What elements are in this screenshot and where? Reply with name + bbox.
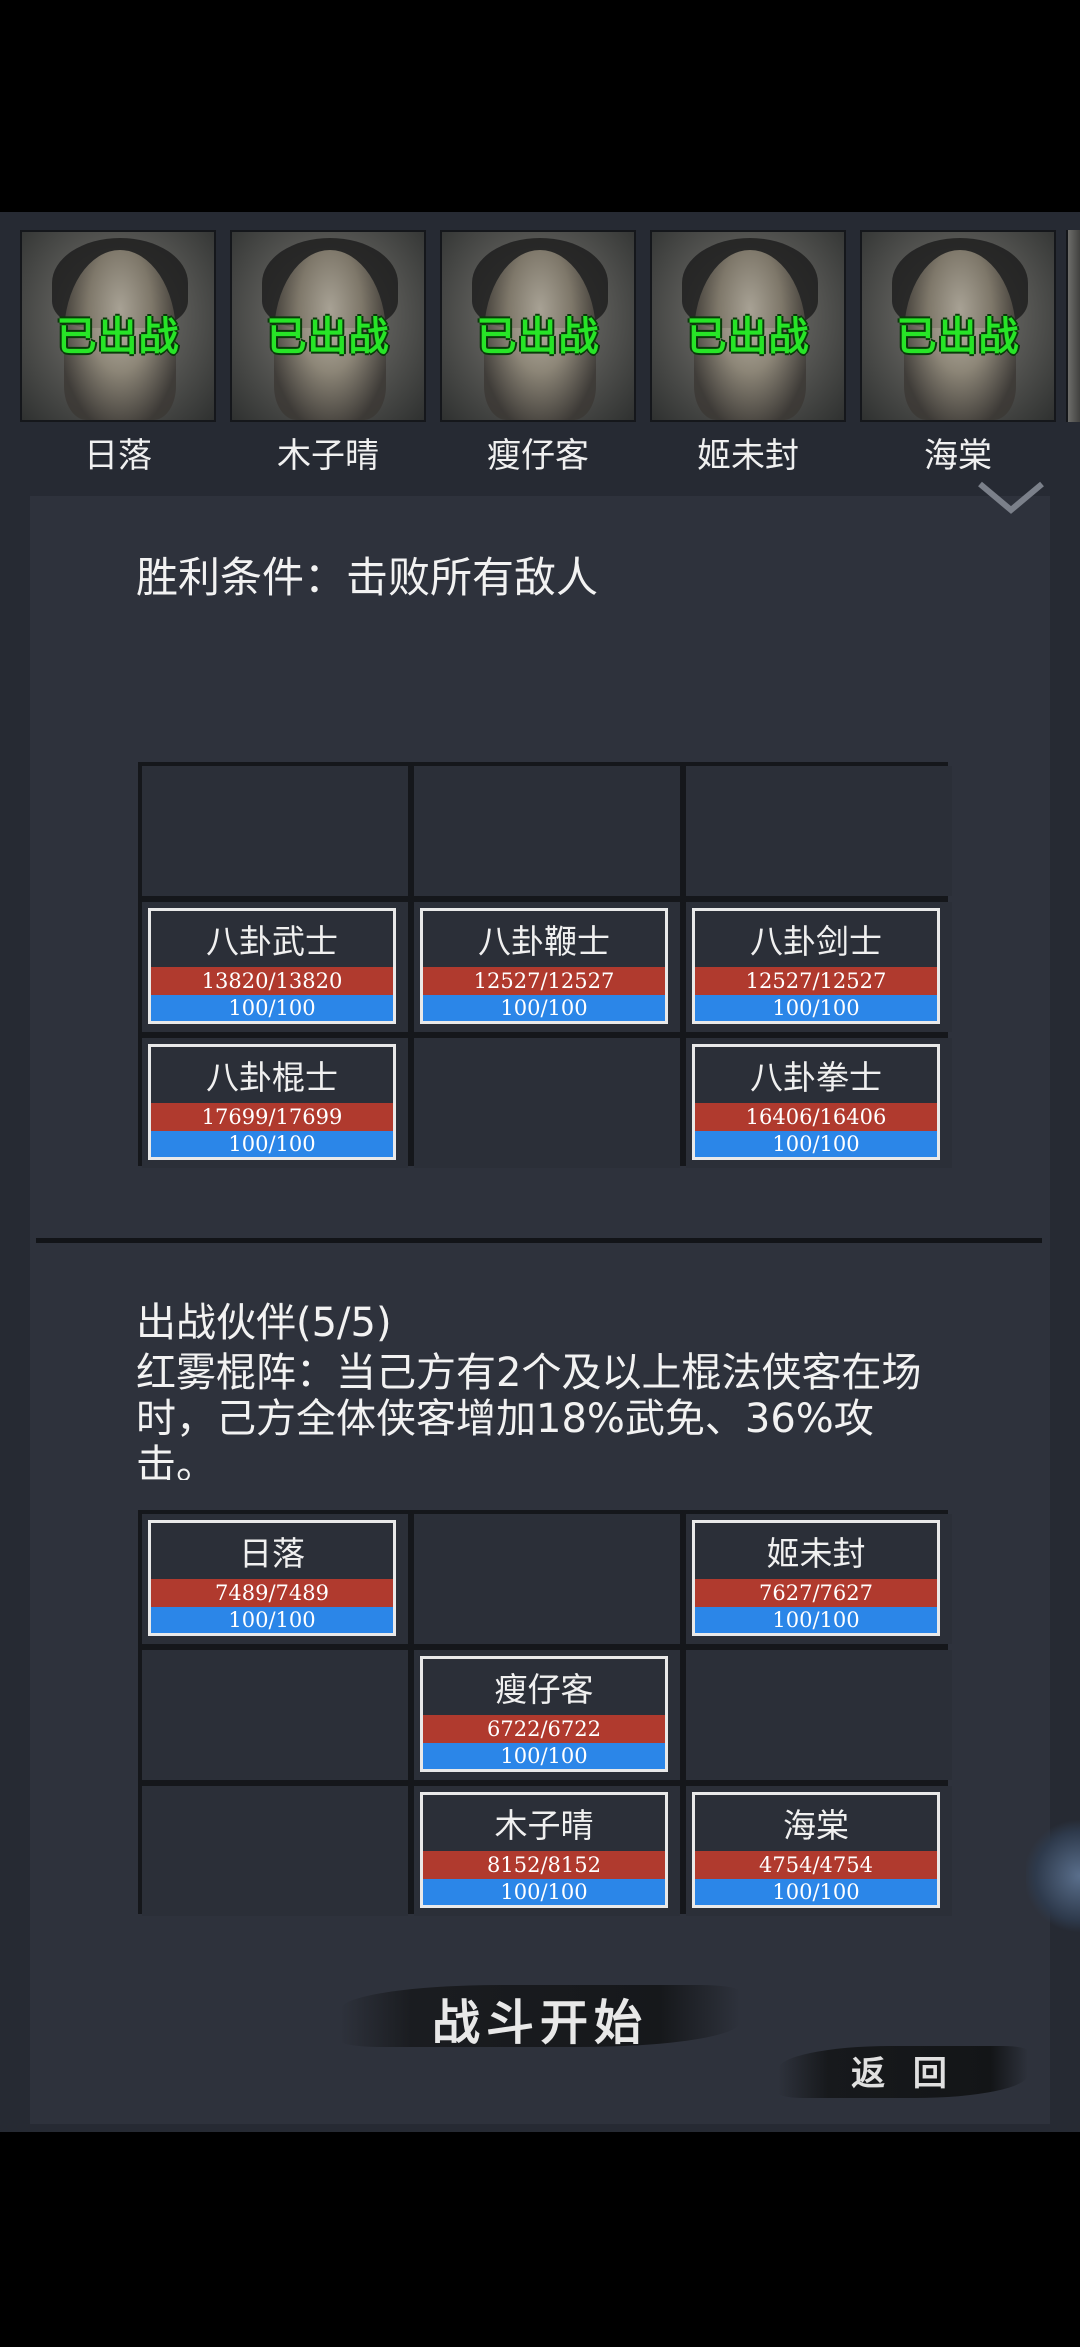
hero-name: 瘦仔客 [487,436,589,476]
unit-mp-bar: 100/100 [695,1607,937,1633]
enemy-slot[interactable] [414,1038,680,1168]
ally-unit-card[interactable]: 海棠 4754/4754 100/100 [692,1792,940,1908]
hero-portrait: 已出战 [20,230,216,422]
start-battle-button[interactable]: 战斗开始 [340,1975,740,2060]
unit-mp-bar: 100/100 [151,1607,393,1633]
ally-slot[interactable]: 姬未封 7627/7627 100/100 [686,1514,952,1644]
deployed-label: 已出战 [266,314,390,360]
roster-hero-2[interactable]: 已出战 瘦仔客 [438,230,638,476]
ally-formation-grid: 日落 7489/7489 100/100 姬未封 7627/7627 100/100 瘦仔客… [138,1510,952,1916]
hero-portrait: 已出战 [230,230,426,422]
unit-name: 八卦鞭士 [478,922,610,961]
unit-name: 木子晴 [494,1806,594,1845]
unit-mp-bar: 100/100 [151,1131,393,1157]
unit-name: 八卦棍士 [206,1058,338,1097]
ally-slot[interactable] [686,1650,952,1780]
formation-bonus-text: 红雾棍阵：当己方有2个及以上棍法侠客在场时，己方全体侠客增加18%武免、36%攻… [136,1350,922,1480]
unit-mp-bar: 100/100 [695,1879,937,1905]
unit-mp-bar: 100/100 [151,995,393,1021]
enemy-unit-card[interactable]: 八卦剑士 12527/12527 100/100 [692,908,940,1024]
ally-slot[interactable] [142,1650,408,1780]
enemy-slot[interactable] [686,766,952,896]
unit-name: 八卦拳士 [750,1058,882,1097]
unit-hp-bar: 16406/16406 [695,1103,937,1131]
unit-mp-bar: 100/100 [423,1879,665,1905]
ally-slot[interactable]: 日落 7489/7489 100/100 [142,1514,408,1644]
unit-name: 海棠 [783,1806,849,1845]
unit-hp-bar: 6722/6722 [423,1715,665,1743]
bottom-black-bar [0,2132,1080,2347]
enemy-unit-card[interactable]: 八卦鞭士 12527/12527 100/100 [420,908,668,1024]
hero-portrait: 已出战 [440,230,636,422]
roster-hero-0[interactable]: 已出战 日落 [18,230,218,476]
ally-slot[interactable] [414,1514,680,1644]
deployed-label: 已出战 [686,314,810,360]
victory-condition: 胜利条件：击败所有敌人 [136,553,599,602]
roster-hero-4[interactable]: 已出战 海棠 [858,230,1058,476]
hero-name: 木子晴 [277,436,379,476]
ally-slot[interactable] [142,1786,408,1916]
unit-name: 姬未封 [766,1534,866,1573]
team-title: 出战伙伴(5/5) [136,1300,392,1346]
roster-next-portrait-edge[interactable] [1066,230,1080,422]
enemy-slot[interactable] [142,766,408,896]
battle-setup-screen: 已出战 日落 已出战 木子晴 已出战 瘦仔客 已出战 姬未封 已出战 海棠 胜利… [0,0,1080,2347]
ally-unit-card[interactable]: 瘦仔客 6722/6722 100/100 [420,1656,668,1772]
enemy-slot[interactable]: 八卦武士 13820/13820 100/100 [142,902,408,1032]
section-divider [36,1238,1042,1243]
unit-mp-bar: 100/100 [695,1131,937,1157]
chevron-down-icon[interactable] [976,478,1046,518]
unit-name: 日落 [239,1534,305,1573]
back-button[interactable]: 返 回 [778,2040,1028,2102]
ally-slot[interactable]: 木子晴 8152/8152 100/100 [414,1786,680,1916]
unit-hp-bar: 12527/12527 [695,967,937,995]
hero-name: 日落 [84,436,152,476]
unit-hp-bar: 7627/7627 [695,1579,937,1607]
unit-name: 八卦武士 [206,922,338,961]
roster-hero-1[interactable]: 已出战 木子晴 [228,230,428,476]
unit-hp-bar: 17699/17699 [151,1103,393,1131]
ally-slot[interactable]: 海棠 4754/4754 100/100 [686,1786,952,1916]
unit-hp-bar: 8152/8152 [423,1851,665,1879]
enemy-unit-card[interactable]: 八卦拳士 16406/16406 100/100 [692,1044,940,1160]
roster-hero-3[interactable]: 已出战 姬未封 [648,230,848,476]
unit-hp-bar: 7489/7489 [151,1579,393,1607]
enemy-slot[interactable]: 八卦剑士 12527/12527 100/100 [686,902,952,1032]
unit-hp-bar: 13820/13820 [151,967,393,995]
enemy-slot[interactable]: 八卦拳士 16406/16406 100/100 [686,1038,952,1168]
enemy-slot[interactable] [414,766,680,896]
enemy-formation-grid: 八卦武士 13820/13820 100/100 八卦鞭士 12527/12527 100… [138,762,952,1168]
hero-portrait: 已出战 [650,230,846,422]
unit-name: 八卦剑士 [750,922,882,961]
deployed-label: 已出战 [896,314,1020,360]
hero-portrait: 已出战 [860,230,1056,422]
deployed-label: 已出战 [56,314,180,360]
ally-unit-card[interactable]: 姬未封 7627/7627 100/100 [692,1520,940,1636]
enemy-unit-card[interactable]: 八卦棍士 17699/17699 100/100 [148,1044,396,1160]
menu-badge-icon[interactable] [1026,1816,1080,1936]
hero-roster: 已出战 日落 已出战 木子晴 已出战 瘦仔客 已出战 姬未封 已出战 海棠 [18,230,1080,480]
unit-hp-bar: 4754/4754 [695,1851,937,1879]
deployed-label: 已出战 [476,314,600,360]
hero-name: 姬未封 [697,436,799,476]
unit-mp-bar: 100/100 [423,995,665,1021]
ally-slot[interactable]: 瘦仔客 6722/6722 100/100 [414,1650,680,1780]
ally-unit-card[interactable]: 木子晴 8152/8152 100/100 [420,1792,668,1908]
enemy-unit-card[interactable]: 八卦武士 13820/13820 100/100 [148,908,396,1024]
enemy-slot[interactable]: 八卦鞭士 12527/12527 100/100 [414,902,680,1032]
ally-unit-card[interactable]: 日落 7489/7489 100/100 [148,1520,396,1636]
back-label: 返 回 [851,2054,955,2094]
enemy-slot[interactable]: 八卦棍士 17699/17699 100/100 [142,1038,408,1168]
unit-hp-bar: 12527/12527 [423,967,665,995]
unit-mp-bar: 100/100 [695,995,937,1021]
unit-name: 瘦仔客 [494,1670,594,1709]
start-battle-label: 战斗开始 [431,1995,648,2051]
hero-name: 海棠 [924,436,992,476]
unit-mp-bar: 100/100 [423,1743,665,1769]
